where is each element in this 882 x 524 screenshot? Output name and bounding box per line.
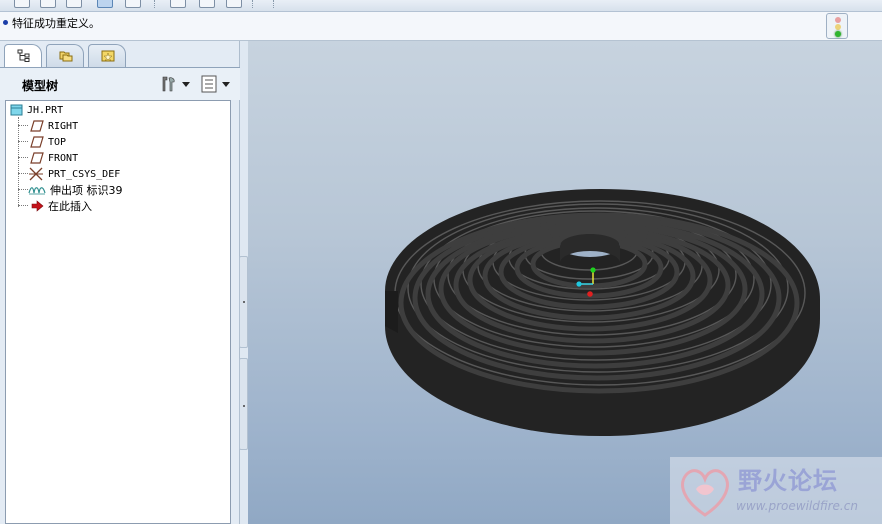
tree-item-label: 在此插入 [48, 200, 92, 213]
tree-item-label: JH.PRT [27, 104, 64, 116]
tree-item-right[interactable]: RIGHT [30, 118, 78, 134]
model-tree: JH.PRT RIGHT TOP FRONT PRT_CSYS_DEF 伸出项 … [5, 100, 231, 524]
panel-resize-handle[interactable] [239, 358, 248, 450]
status-message: 特征成功重定义。 [12, 17, 100, 30]
toolbar-button[interactable] [40, 0, 56, 8]
info-bullet-icon [3, 20, 8, 25]
favorites-folder-icon [101, 50, 115, 62]
toolbar-button[interactable] [170, 0, 186, 8]
tree-connector-line [18, 117, 19, 207]
tree-item-label: TOP [48, 136, 67, 148]
grip-dot-icon [243, 405, 245, 407]
datum-plane-icon [30, 152, 44, 164]
toolbar-separator [252, 0, 254, 8]
tree-item-front[interactable]: FRONT [30, 150, 78, 166]
spiral-spring-model[interactable] [248, 41, 882, 524]
model-tree-icon [17, 49, 30, 62]
tree-item-label: FRONT [48, 152, 79, 164]
coordinate-system-icon [29, 167, 43, 181]
message-area: 特征成功重定义。 [0, 12, 882, 41]
tab-favorites[interactable] [88, 44, 126, 67]
panel-resize-handle[interactable] [239, 256, 248, 348]
panel-title: 模型树 [22, 79, 59, 93]
tree-connector [18, 125, 28, 126]
tree-connector [18, 157, 28, 158]
traffic-light-yellow-icon [835, 24, 841, 30]
tree-item-insert-here[interactable]: 在此插入 [30, 198, 92, 214]
navigator-panel: 模型树 JH.PRT RIGHT TOP FRONT PRT_CSYS_DEF … [0, 41, 240, 524]
tree-item-top[interactable]: TOP [30, 134, 66, 150]
model-tree-header: 模型树 [0, 67, 240, 100]
tree-item-label: PRT_CSYS_DEF [48, 168, 121, 180]
toolbar-separator [273, 0, 275, 8]
toolbar-button[interactable] [14, 0, 30, 8]
traffic-light-green-icon [835, 31, 841, 37]
chevron-down-icon [222, 82, 230, 87]
wildfire-logo-icon [681, 469, 729, 517]
tree-root-item[interactable]: JH.PRT [10, 102, 63, 118]
tree-connector [18, 173, 28, 174]
graphics-window[interactable]: 野火论坛 www.proewildfire.cn [248, 41, 882, 524]
datum-plane-icon [30, 136, 44, 148]
grip-dot-icon [243, 301, 245, 303]
insert-here-arrow-icon [31, 200, 44, 212]
tree-show-button[interactable] [198, 75, 232, 95]
tree-item-label: 伸出项 标识39 [50, 184, 123, 197]
toolbar-button[interactable] [66, 0, 82, 8]
tree-settings-button[interactable] [158, 75, 192, 95]
watermark-url: www.proewildfire.cn [736, 499, 858, 513]
folders-icon [59, 51, 73, 62]
tab-model-tree[interactable] [4, 44, 42, 68]
tree-item-label: RIGHT [48, 120, 79, 132]
toolbar-button[interactable] [125, 0, 141, 8]
tree-item-csys[interactable]: PRT_CSYS_DEF [28, 166, 120, 182]
toolbar-button[interactable] [226, 0, 242, 8]
navigator-tabs [0, 41, 240, 68]
main-toolbar [0, 0, 882, 12]
list-view-icon [201, 75, 217, 93]
tree-connector [18, 189, 28, 190]
chevron-down-icon [182, 82, 190, 87]
protrusion-icon [28, 187, 46, 195]
datum-plane-icon [30, 120, 44, 132]
tree-connector [18, 141, 28, 142]
toolbar-button[interactable] [199, 0, 215, 8]
toolbar-toggle-button[interactable] [97, 0, 113, 8]
tree-connector [18, 205, 28, 206]
proe-window: 特征成功重定义。 模型树 JH.PRT RIGHT TOP FRONT PRT_… [0, 0, 882, 524]
regeneration-status-button[interactable] [826, 13, 848, 39]
part-icon [10, 104, 23, 116]
traffic-light-red-icon [835, 17, 841, 23]
toolbar-separator [154, 0, 156, 8]
tab-folder-browser[interactable] [46, 44, 84, 67]
tools-icon [162, 76, 175, 92]
forum-watermark: 野火论坛 www.proewildfire.cn [670, 457, 882, 524]
tree-item-protrusion[interactable]: 伸出项 标识39 [28, 182, 123, 198]
watermark-title: 野火论坛 [738, 467, 838, 495]
